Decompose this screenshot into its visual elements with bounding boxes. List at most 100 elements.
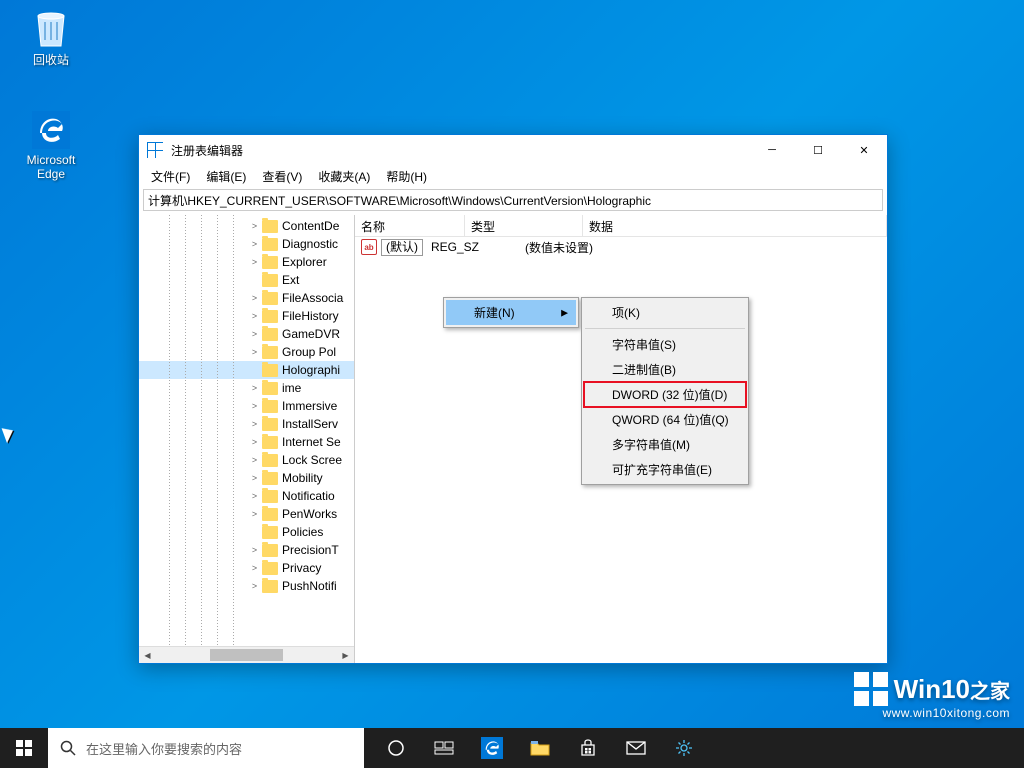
minimize-button[interactable]: ─ (749, 135, 795, 165)
expander-icon[interactable]: > (249, 257, 260, 268)
folder-icon (262, 310, 278, 323)
taskbar-mail-icon[interactable] (612, 728, 660, 768)
context-submenu-new: 项(K) 字符串值(S) 二进制值(B) DWORD (32 位)值(D) QW… (581, 297, 749, 485)
folder-icon (262, 544, 278, 557)
submenu-item-string[interactable]: 字符串值(S) (584, 332, 746, 357)
expander-icon[interactable]: > (249, 455, 260, 466)
expander-icon[interactable] (249, 365, 260, 376)
watermark-url: www.win10xitong.com (854, 706, 1010, 720)
folder-icon (262, 256, 278, 269)
tree-item-label: FileAssocia (282, 291, 343, 305)
watermark-logo-icon (854, 672, 888, 706)
expander-icon[interactable]: > (249, 221, 260, 232)
folder-icon (262, 436, 278, 449)
value-name: (默认) (381, 239, 423, 256)
folder-icon (262, 364, 278, 377)
tree-item-label: GameDVR (282, 327, 340, 341)
tree-item-label: Explorer (282, 255, 327, 269)
expander-icon[interactable]: > (249, 509, 260, 520)
tree-item-label: Diagnostic (282, 237, 338, 251)
menu-view[interactable]: 查看(V) (254, 166, 310, 187)
folder-icon (262, 472, 278, 485)
titlebar[interactable]: 注册表编辑器 ─ ☐ ✕ (139, 135, 887, 165)
regedit-icon (147, 142, 163, 158)
value-data: (数值未设置) (519, 239, 599, 256)
expander-icon[interactable]: > (249, 347, 260, 358)
col-type[interactable]: 类型 (465, 215, 583, 236)
taskbar-search-box[interactable]: 在这里输入你要搜索的内容 (48, 728, 364, 768)
start-button[interactable] (0, 728, 48, 768)
context-menu-new[interactable]: 新建(N) ▶ (446, 300, 576, 325)
menu-edit[interactable]: 编辑(E) (198, 166, 254, 187)
tree-item-label: Mobility (282, 471, 323, 485)
expander-icon[interactable]: > (249, 239, 260, 250)
value-row-default[interactable]: ab (默认) REG_SZ (数值未设置) (355, 237, 887, 257)
expander-icon[interactable]: > (249, 383, 260, 394)
submenu-item-multistring[interactable]: 多字符串值(M) (584, 432, 746, 457)
tree-item-label: PrecisionT (282, 543, 339, 557)
tree-item-label: PushNotifi (282, 579, 337, 593)
maximize-button[interactable]: ☐ (795, 135, 841, 165)
expander-icon[interactable]: > (249, 401, 260, 412)
submenu-item-key[interactable]: 项(K) (584, 300, 746, 325)
folder-icon (262, 328, 278, 341)
tree-horizontal-scrollbar[interactable]: ◀ ▶ (139, 646, 354, 663)
expander-icon[interactable] (249, 527, 260, 538)
folder-icon (262, 292, 278, 305)
expander-icon[interactable]: > (249, 329, 260, 340)
desktop-icon-edge[interactable]: Microsoft Edge (16, 110, 86, 181)
submenu-item-dword[interactable]: DWORD (32 位)值(D) (584, 382, 746, 407)
window-title: 注册表编辑器 (171, 142, 749, 159)
taskbar-edge-icon[interactable] (468, 728, 516, 768)
expander-icon[interactable]: > (249, 473, 260, 484)
close-button[interactable]: ✕ (841, 135, 887, 165)
expander-icon[interactable]: > (249, 293, 260, 304)
tree-item-label: FileHistory (282, 309, 339, 323)
menu-help[interactable]: 帮助(H) (378, 166, 435, 187)
edge-icon (31, 110, 71, 150)
expander-icon[interactable]: > (249, 437, 260, 448)
expander-icon[interactable] (249, 275, 260, 286)
folder-icon (262, 238, 278, 251)
task-view-icon[interactable] (420, 728, 468, 768)
windows-logo-icon (16, 740, 32, 756)
taskbar-explorer-icon[interactable] (516, 728, 564, 768)
menu-file[interactable]: 文件(F) (143, 166, 198, 187)
desktop-icon-recycle-bin[interactable]: 回收站 (16, 8, 86, 68)
submenu-item-qword[interactable]: QWORD (64 位)值(Q) (584, 407, 746, 432)
folder-icon (262, 382, 278, 395)
expander-icon[interactable]: > (249, 581, 260, 592)
taskbar-settings-icon[interactable] (660, 728, 708, 768)
search-placeholder: 在这里输入你要搜索的内容 (86, 739, 242, 758)
tree-item-label: Internet Se (282, 435, 341, 449)
submenu-item-expandstring[interactable]: 可扩充字符串值(E) (584, 457, 746, 482)
address-text: 计算机\HKEY_CURRENT_USER\SOFTWARE\Microsoft… (148, 192, 651, 209)
folder-icon (262, 418, 278, 431)
folder-icon (262, 400, 278, 413)
col-name[interactable]: 名称 (355, 215, 465, 236)
folder-icon (262, 508, 278, 521)
folder-icon (262, 580, 278, 593)
desktop-icon-label: 回收站 (16, 51, 86, 68)
col-data[interactable]: 数据 (583, 215, 887, 236)
context-menu-primary: 新建(N) ▶ (443, 297, 579, 328)
expander-icon[interactable]: > (249, 545, 260, 556)
tree-item-label: Policies (282, 525, 323, 539)
expander-icon[interactable]: > (249, 311, 260, 322)
expander-icon[interactable]: > (249, 419, 260, 430)
tree-panel[interactable]: >ContentDe>Diagnostic>ExplorerExt>FileAs… (139, 215, 355, 663)
cortana-icon[interactable] (372, 728, 420, 768)
menu-favorites[interactable]: 收藏夹(A) (310, 166, 378, 187)
taskbar-store-icon[interactable] (564, 728, 612, 768)
tree-item-label: Ext (282, 273, 299, 287)
watermark: Win10之家 www.win10xitong.com (854, 672, 1010, 720)
expander-icon[interactable]: > (249, 563, 260, 574)
tree-item-label: InstallServ (282, 417, 338, 431)
value-type: REG_SZ (425, 240, 519, 254)
submenu-item-binary[interactable]: 二进制值(B) (584, 357, 746, 382)
folder-icon (262, 526, 278, 539)
folder-icon (262, 490, 278, 503)
expander-icon[interactable]: > (249, 491, 260, 502)
address-bar[interactable]: 计算机\HKEY_CURRENT_USER\SOFTWARE\Microsoft… (143, 189, 883, 211)
values-list-panel[interactable]: 名称 类型 数据 ab (默认) REG_SZ (数值未设置) 新建(N) ▶ … (355, 215, 887, 663)
